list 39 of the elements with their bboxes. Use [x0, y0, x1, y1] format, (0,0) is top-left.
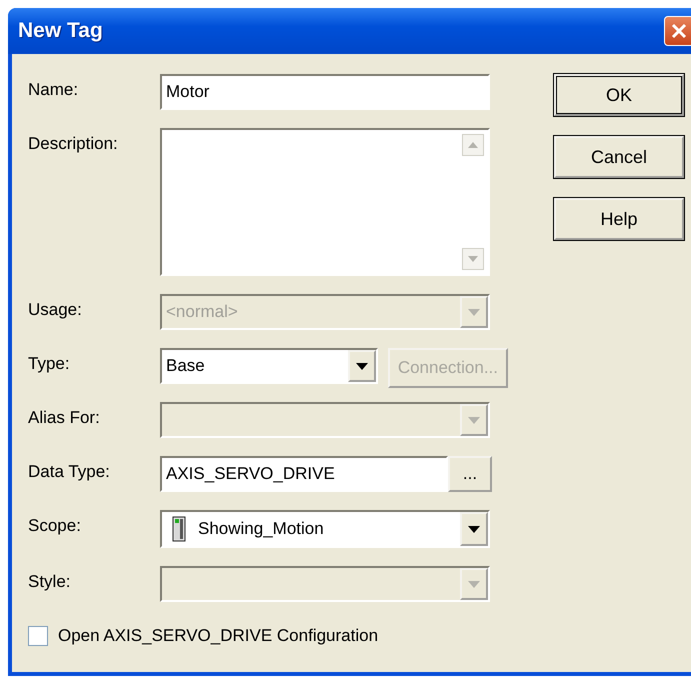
close-button[interactable]: [664, 16, 691, 46]
data-type-field[interactable]: AXIS_SERVO_DRIVE: [160, 456, 448, 492]
dialog-button[interactable]: Help: [554, 198, 684, 240]
dialog-button[interactable]: OK: [554, 74, 684, 116]
dropdown[interactable]: Base: [160, 348, 378, 384]
dropdown-arrow-icon: [468, 580, 480, 588]
field-value: <normal>: [166, 301, 239, 323]
scroll-up-icon: [468, 142, 478, 148]
name-field[interactable]: Motor: [160, 74, 490, 110]
scroll-down-button[interactable]: [462, 248, 484, 270]
field-label: Style:: [28, 571, 72, 592]
field-value: AXIS_SERVO_DRIVE: [166, 463, 336, 485]
controller-icon: [172, 516, 186, 542]
dialog-button[interactable]: Cancel: [554, 136, 684, 178]
browse-button[interactable]: ...: [448, 456, 492, 492]
field-label: Description:: [28, 133, 119, 154]
dropdown-arrow-icon: [468, 308, 480, 316]
field-label: Type:: [28, 353, 71, 374]
scroll-down-icon: [468, 256, 478, 262]
description-field[interactable]: [160, 128, 490, 276]
scroll-up-button[interactable]: [462, 134, 484, 156]
dropdown-arrow-icon: [468, 416, 480, 424]
field-value: Base: [166, 355, 206, 377]
field-value: Showing_Motion: [198, 518, 325, 540]
dropdown-button[interactable]: [460, 512, 488, 546]
field-label: Data Type:: [28, 461, 111, 482]
checkbox[interactable]: [28, 626, 48, 646]
window-title: New Tag: [18, 19, 103, 43]
dropdown-button[interactable]: [348, 350, 376, 382]
dropdown-arrow-icon: [468, 526, 480, 532]
close-icon: [671, 23, 687, 39]
field-label: Scope:: [28, 515, 82, 536]
field-value: Motor: [166, 81, 210, 103]
checkbox-label: Open AXIS_SERVO_DRIVE Configuration: [58, 626, 378, 646]
field-label: Usage:: [28, 299, 83, 320]
dropdown-arrow-icon: [356, 362, 368, 370]
dropdown[interactable]: Showing_Motion: [160, 510, 490, 548]
field-label: Alias For:: [28, 407, 101, 428]
field-label: Name:: [28, 79, 80, 100]
